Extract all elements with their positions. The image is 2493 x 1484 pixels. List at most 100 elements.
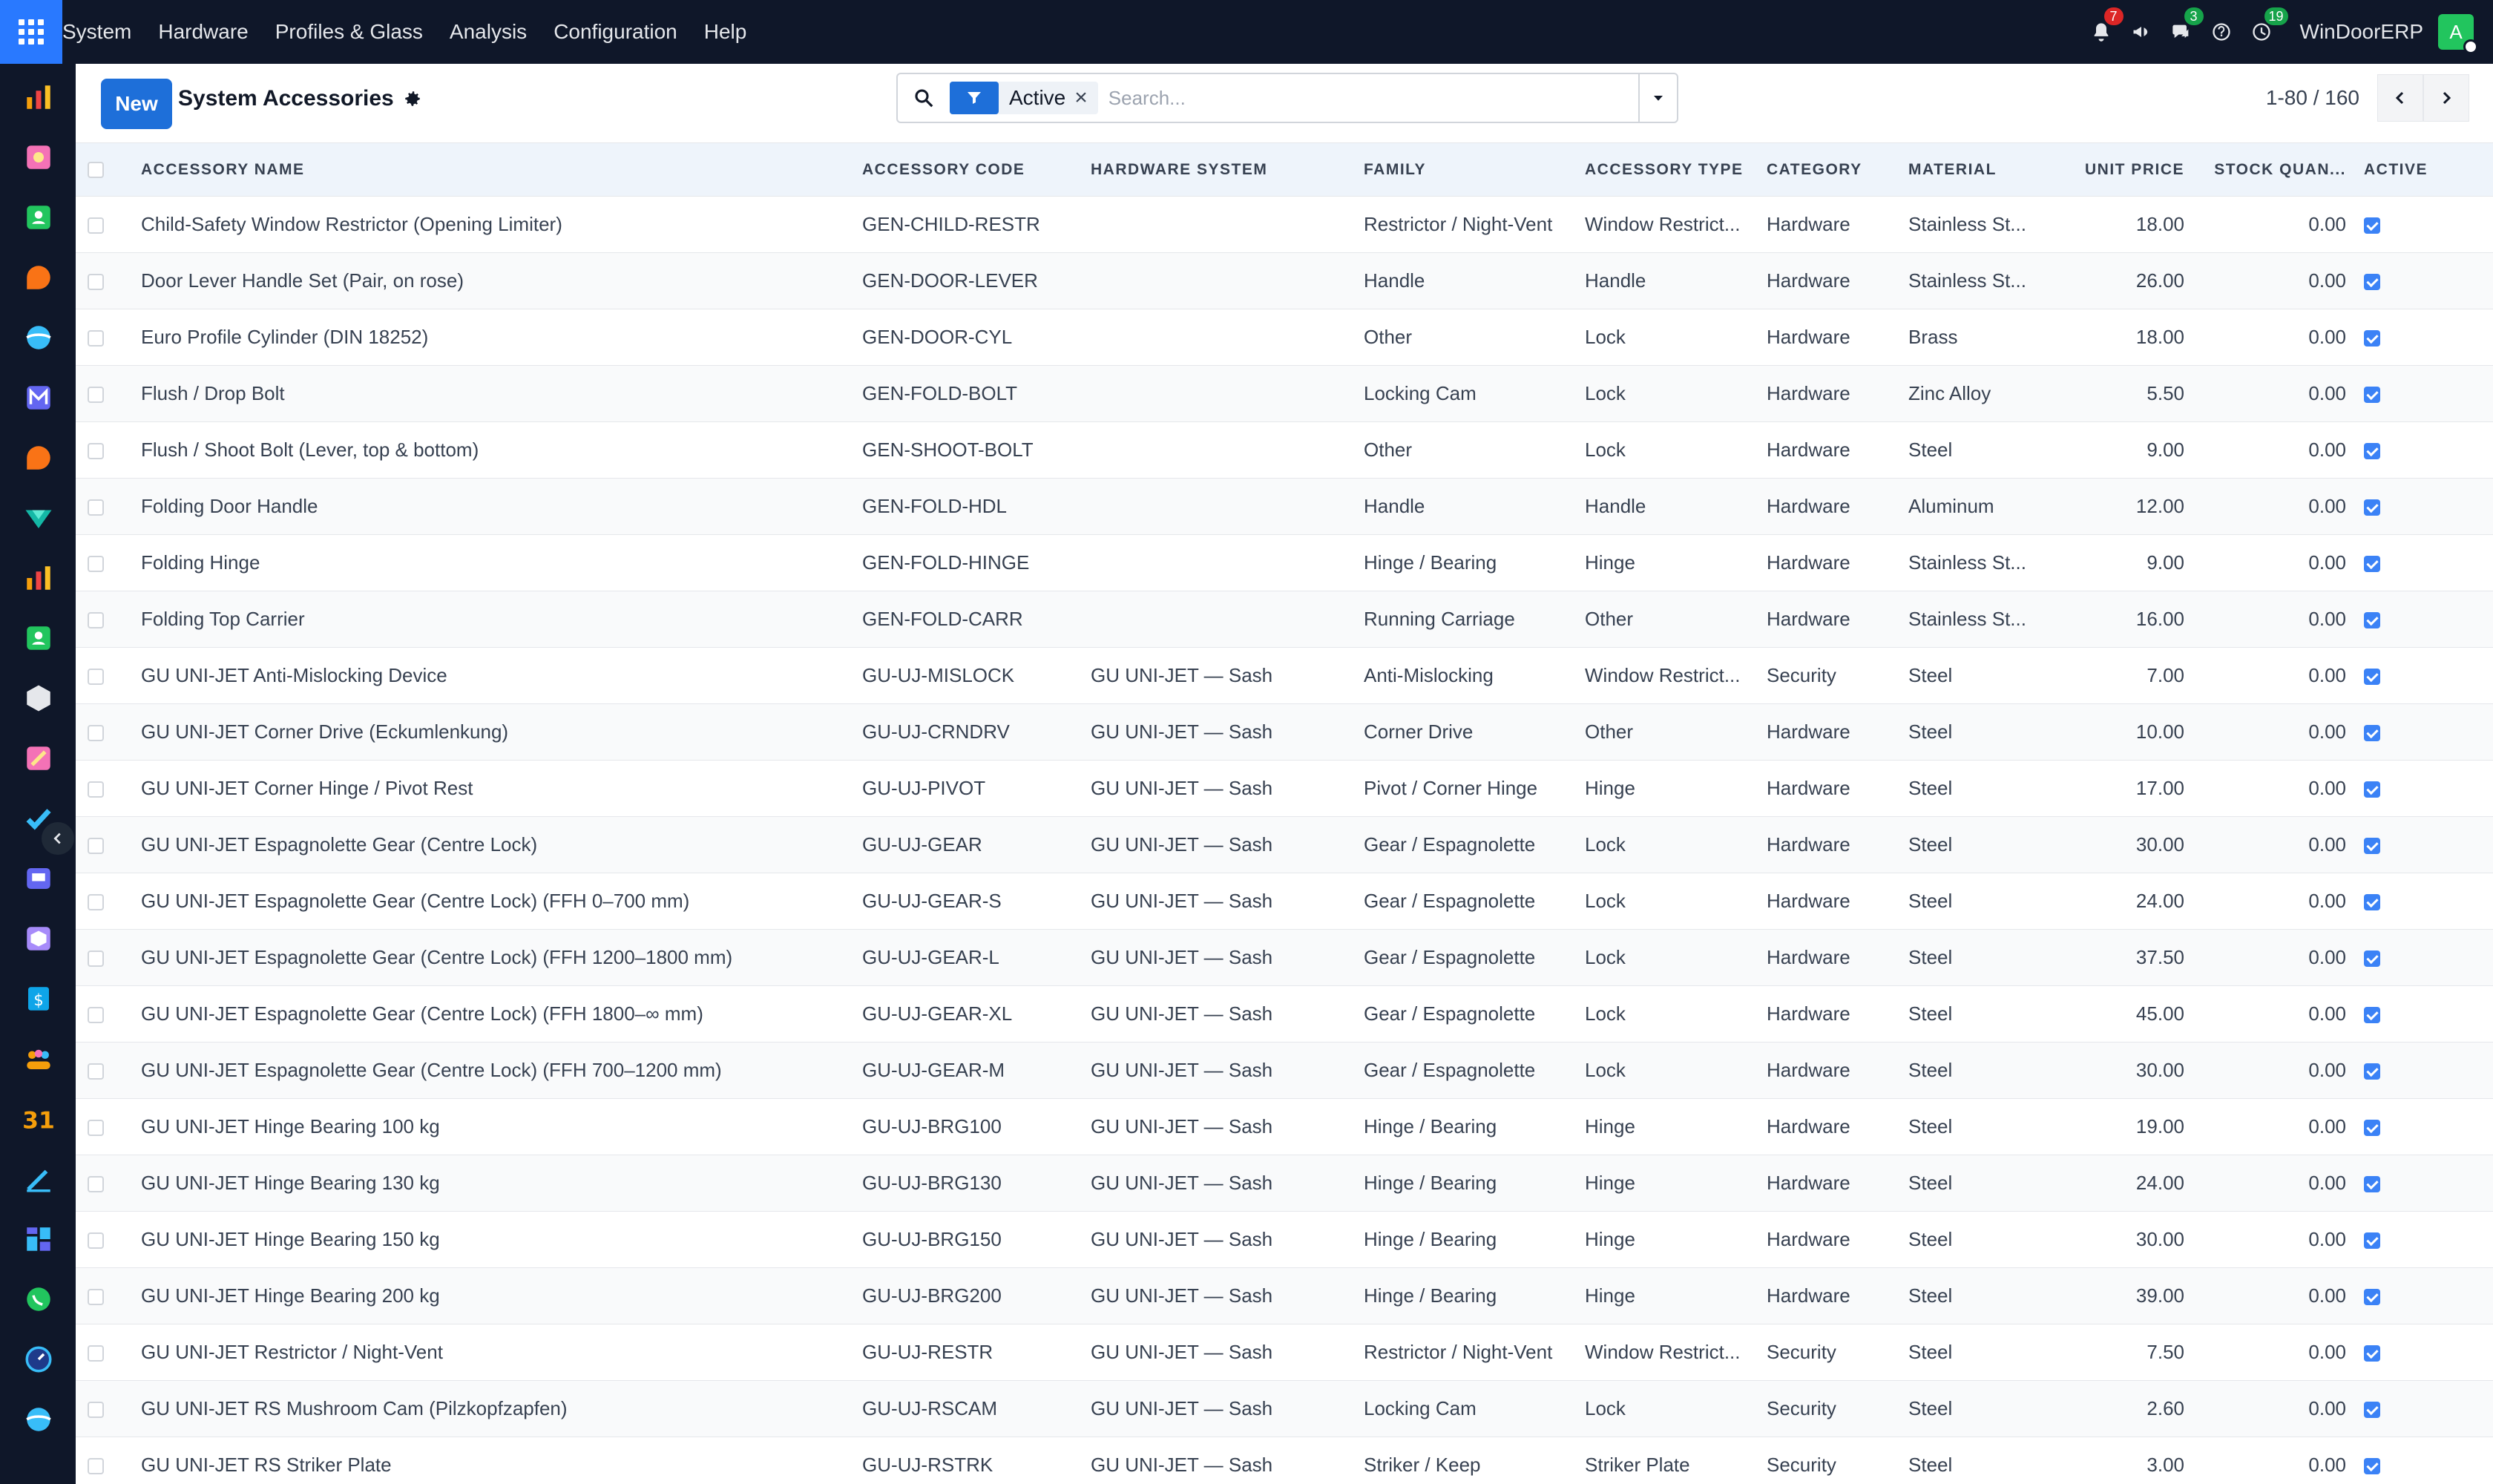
table-row[interactable]: GU UNI-JET Espagnolette Gear (Centre Loc… xyxy=(76,873,2493,930)
sidebar-app-calendar[interactable]: 31 xyxy=(22,1102,56,1136)
pager-value[interactable]: 1-80 / 160 xyxy=(2266,86,2359,110)
row-select-checkbox[interactable] xyxy=(88,1458,104,1475)
row-select-checkbox[interactable] xyxy=(88,669,104,686)
row-select-checkbox[interactable] xyxy=(88,1063,104,1080)
sidebar-app-signature[interactable] xyxy=(22,1162,56,1196)
row-select-checkbox[interactable] xyxy=(88,443,104,460)
active-checkbox[interactable] xyxy=(2364,1232,2380,1250)
table-row[interactable]: Folding Top Carrier GEN-FOLD-CARR Running … xyxy=(76,591,2493,648)
help-button[interactable] xyxy=(2204,0,2239,64)
column-header-category[interactable]: Category xyxy=(1761,142,1902,197)
table-row[interactable]: GU UNI-JET RS Mushroom Cam (Pilzkopfzapf… xyxy=(76,1380,2493,1437)
row-select-checkbox[interactable] xyxy=(88,894,104,911)
row-select-checkbox[interactable] xyxy=(88,1007,104,1024)
user-avatar[interactable]: A xyxy=(2438,14,2478,54)
new-button[interactable]: New xyxy=(101,79,172,129)
active-checkbox[interactable] xyxy=(2364,274,2380,291)
table-row[interactable]: Door Lever Handle Set (Pair, on rose) GEN… xyxy=(76,252,2493,309)
sidebar-app-packaging[interactable] xyxy=(22,922,56,956)
pager-next-button[interactable] xyxy=(2423,74,2469,122)
menu-profiles-glass[interactable]: Profiles & Glass xyxy=(262,0,436,64)
table-row[interactable]: GU UNI-JET Hinge Bearing 100 kg GU-UJ-BRG… xyxy=(76,1098,2493,1155)
menu-hardware[interactable]: Hardware xyxy=(145,0,261,64)
active-checkbox[interactable] xyxy=(2364,725,2380,742)
row-select-checkbox[interactable] xyxy=(88,1289,104,1306)
table-row[interactable]: Folding Door Handle GEN-FOLD-HDL Handle Han… xyxy=(76,478,2493,535)
row-select-checkbox[interactable] xyxy=(88,1232,104,1250)
table-row[interactable]: GU UNI-JET Restrictor / Night-Vent GU-UJ-… xyxy=(76,1324,2493,1381)
table-row[interactable]: GU UNI-JET RS Striker Plate GU-UJ-RSTRK GU… xyxy=(76,1437,2493,1484)
table-row[interactable]: GU UNI-JET Corner Drive (Eckumlenkung) GU… xyxy=(76,703,2493,761)
sidebar-app-timer[interactable] xyxy=(22,1342,56,1376)
sidebar-app-documents[interactable] xyxy=(22,140,56,174)
facet-remove-button[interactable]: × xyxy=(1074,85,1098,111)
company-name[interactable]: WinDoorERP xyxy=(2300,20,2423,44)
table-row[interactable]: GU UNI-JET Espagnolette Gear (Centre Loc… xyxy=(76,816,2493,873)
app-switcher-button[interactable] xyxy=(0,0,62,64)
active-checkbox[interactable] xyxy=(2364,499,2380,516)
active-checkbox[interactable] xyxy=(2364,1289,2380,1306)
sidebar-collapse-button[interactable] xyxy=(42,822,74,855)
table-row[interactable]: Flush / Shoot Bolt (Lever, top & bottom)… xyxy=(76,421,2493,479)
announcements-button[interactable] xyxy=(2124,0,2159,64)
table-row[interactable]: Child-Safety Window Restrictor (Opening … xyxy=(76,196,2493,253)
active-checkbox[interactable] xyxy=(2364,1007,2380,1024)
sidebar-app-employees[interactable] xyxy=(22,621,56,655)
active-checkbox[interactable] xyxy=(2364,781,2380,798)
sidebar-app-whatsapp[interactable] xyxy=(22,1282,56,1316)
select-all-checkbox[interactable] xyxy=(88,161,104,178)
active-checkbox[interactable] xyxy=(2364,669,2380,686)
active-checkbox[interactable] xyxy=(2364,951,2380,968)
column-header-accessory-code[interactable]: Accessory Code xyxy=(856,142,1085,197)
active-checkbox[interactable] xyxy=(2364,894,2380,911)
table-row[interactable]: GU UNI-JET Hinge Bearing 200 kg GU-UJ-BRG… xyxy=(76,1267,2493,1324)
column-header-active[interactable]: Active xyxy=(2352,142,2493,197)
table-row[interactable]: GU UNI-JET Hinge Bearing 130 kg GU-UJ-BRG… xyxy=(76,1155,2493,1212)
search-button[interactable] xyxy=(898,87,950,109)
table-row[interactable]: GU UNI-JET Espagnolette Gear (Centre Loc… xyxy=(76,1042,2493,1099)
table-row[interactable]: GU UNI-JET Espagnolette Gear (Centre Loc… xyxy=(76,929,2493,986)
menu-help[interactable]: Help xyxy=(691,0,761,64)
column-header-stock-quantity[interactable]: Stock Quan... xyxy=(2190,142,2352,197)
active-checkbox[interactable] xyxy=(2364,387,2380,404)
active-checkbox[interactable] xyxy=(2364,1402,2380,1419)
row-select-checkbox[interactable] xyxy=(88,781,104,798)
row-select-checkbox[interactable] xyxy=(88,274,104,291)
table-row[interactable]: GU UNI-JET Espagnolette Gear (Centre Loc… xyxy=(76,985,2493,1043)
gear-icon[interactable] xyxy=(403,89,422,108)
row-select-checkbox[interactable] xyxy=(88,725,104,742)
row-select-checkbox[interactable] xyxy=(88,838,104,855)
activities-button[interactable]: 19 xyxy=(2244,0,2288,64)
column-header-family[interactable]: Family xyxy=(1358,142,1579,197)
active-checkbox[interactable] xyxy=(2364,217,2380,234)
column-header-unit-price[interactable]: Unit Price xyxy=(2058,142,2190,197)
sidebar-app-product[interactable] xyxy=(22,681,56,715)
sidebar-app-team[interactable] xyxy=(22,1042,56,1076)
active-checkbox[interactable] xyxy=(2364,443,2380,460)
sidebar-app-sign[interactable] xyxy=(22,741,56,775)
active-checkbox[interactable] xyxy=(2364,1345,2380,1362)
active-checkbox[interactable] xyxy=(2364,838,2380,855)
active-checkbox[interactable] xyxy=(2364,1176,2380,1193)
row-select-checkbox[interactable] xyxy=(88,1120,104,1137)
table-row[interactable]: GU UNI-JET Corner Hinge / Pivot Rest GU-U… xyxy=(76,760,2493,817)
row-select-checkbox[interactable] xyxy=(88,556,104,573)
active-checkbox[interactable] xyxy=(2364,556,2380,573)
messages-button[interactable]: 3 xyxy=(2164,0,2204,64)
row-select-checkbox[interactable] xyxy=(88,217,104,234)
active-checkbox[interactable] xyxy=(2364,1063,2380,1080)
table-row[interactable]: Euro Profile Cylinder (DIN 18252) GEN-DOO… xyxy=(76,309,2493,366)
active-checkbox[interactable] xyxy=(2364,1120,2380,1137)
column-header-hardware-system[interactable]: Hardware System xyxy=(1085,142,1358,197)
sidebar-app-discuss[interactable] xyxy=(22,260,56,295)
menu-system[interactable]: System xyxy=(62,0,145,64)
active-checkbox[interactable] xyxy=(2364,612,2380,629)
sidebar-app-livechat[interactable] xyxy=(22,441,56,475)
menu-configuration[interactable]: Configuration xyxy=(540,0,691,64)
column-header-material[interactable]: Material xyxy=(1902,142,2058,197)
sidebar-app-elearning[interactable] xyxy=(22,861,56,896)
sidebar-app-dashboard[interactable] xyxy=(22,80,56,114)
table-row[interactable]: GU UNI-JET Hinge Bearing 150 kg GU-UJ-BRG… xyxy=(76,1211,2493,1268)
sidebar-app-appstore[interactable] xyxy=(22,1222,56,1256)
sidebar-app-contacts[interactable] xyxy=(22,200,56,234)
